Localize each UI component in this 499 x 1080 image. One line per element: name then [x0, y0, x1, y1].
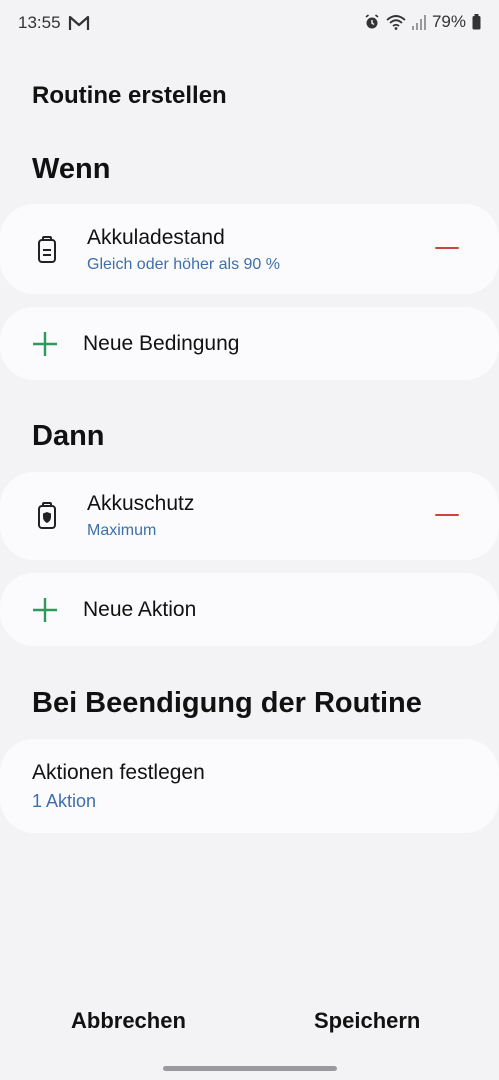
end-actions-count: 1 Aktion: [32, 791, 97, 811]
cancel-button[interactable]: Abbrechen: [71, 1008, 186, 1034]
condition-subtitle: Gleich oder höher als 90 %: [87, 256, 280, 273]
section-title-wenn: Wenn: [32, 153, 111, 185]
status-bar: 13:55 79%: [0, 0, 499, 48]
page-title: Routine erstellen: [32, 82, 227, 109]
add-action-button[interactable]: Neue Aktion: [0, 573, 499, 646]
mail-icon: [68, 15, 90, 30]
home-indicator[interactable]: [163, 1066, 337, 1071]
wifi-icon: [386, 15, 406, 30]
add-condition-button[interactable]: Neue Bedingung: [0, 307, 499, 380]
action-title: Akkuschutz: [87, 492, 195, 515]
signal-icon: [411, 15, 426, 30]
condition-card-akkuladestand[interactable]: Akkuladestand Gleich oder höher als 90 %: [0, 204, 499, 294]
battery-icon: [472, 14, 481, 30]
battery-protect-icon: [38, 502, 56, 529]
end-actions-card[interactable]: Aktionen festlegen 1 Aktion: [0, 739, 499, 833]
save-button[interactable]: Speichern: [314, 1008, 420, 1034]
section-title-end: Bei Beendigung der Routine: [32, 687, 422, 719]
add-condition-label: Neue Bedingung: [83, 332, 240, 355]
status-icons: 79%: [364, 12, 481, 32]
plus-icon: [33, 598, 57, 622]
alarm-icon: [365, 14, 379, 29]
end-actions-title: Aktionen festlegen: [32, 761, 205, 784]
remove-condition-button[interactable]: [435, 247, 459, 249]
battery-level-icon: [38, 236, 56, 263]
plus-icon: [33, 332, 57, 356]
add-action-label: Neue Aktion: [83, 598, 197, 621]
action-card-akkuschutz[interactable]: Akkuschutz Maximum: [0, 472, 499, 560]
remove-action-button[interactable]: [435, 514, 459, 516]
section-title-dann: Dann: [32, 420, 105, 452]
battery-percent: 79%: [431, 12, 466, 31]
action-subtitle: Maximum: [87, 522, 157, 539]
status-time: 13:55: [18, 13, 61, 32]
condition-title: Akkuladestand: [87, 226, 225, 249]
